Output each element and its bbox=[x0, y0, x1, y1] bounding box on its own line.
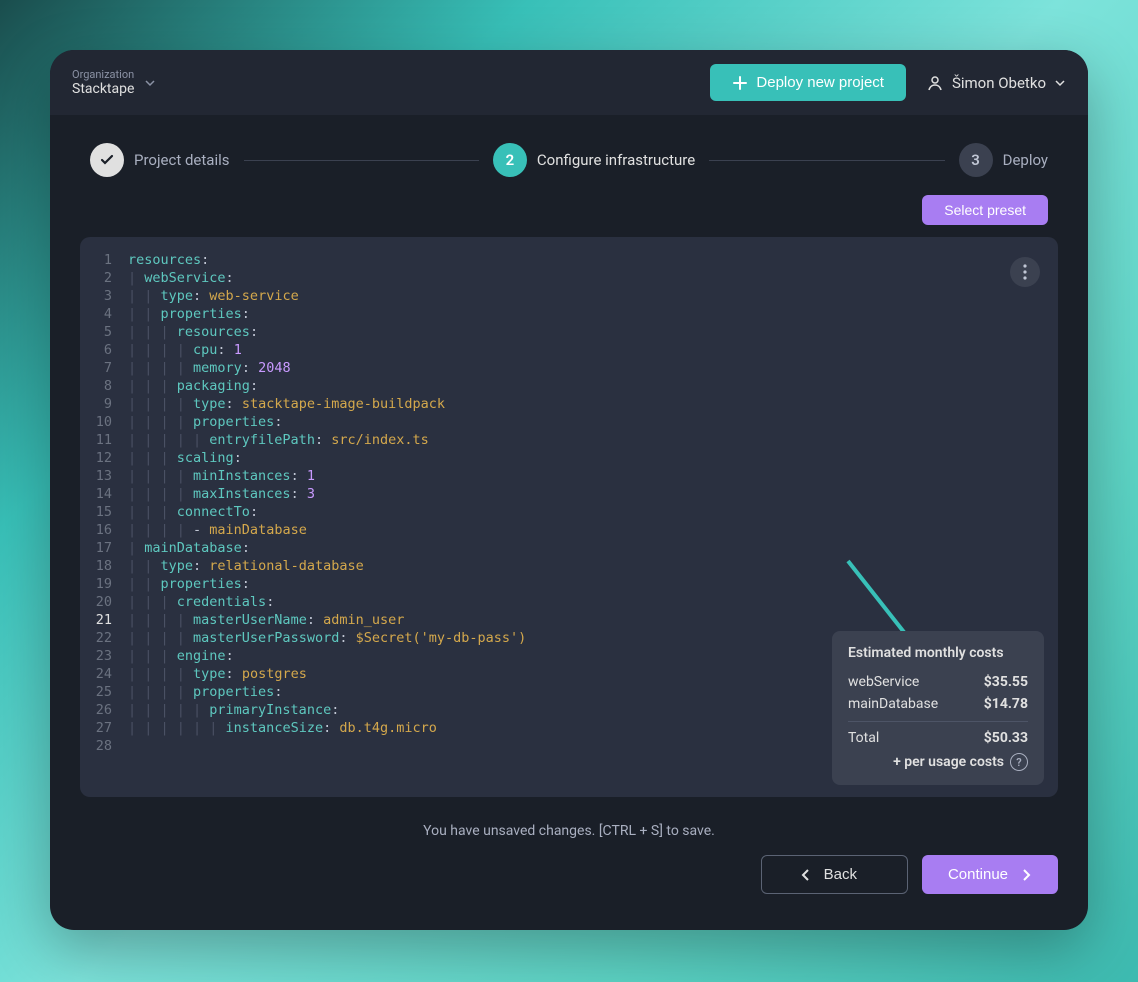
cost-row: webService$35.55 bbox=[848, 671, 1028, 693]
back-button[interactable]: Back bbox=[761, 855, 908, 894]
cost-title: Estimated monthly costs bbox=[848, 645, 1028, 661]
code-line[interactable]: 10| | | | properties: bbox=[80, 413, 1044, 431]
code-line[interactable]: 1resources: bbox=[80, 251, 1044, 269]
code-line[interactable]: 2| webService: bbox=[80, 269, 1044, 287]
step-deploy[interactable]: 3 Deploy bbox=[959, 143, 1048, 177]
org-name: Stacktape bbox=[72, 81, 134, 97]
step-configure-infrastructure[interactable]: 2 Configure infrastructure bbox=[493, 143, 695, 177]
step-divider bbox=[244, 160, 479, 161]
unsaved-changes-hint: You have unsaved changes. [CTRL + S] to … bbox=[50, 805, 1088, 839]
code-line[interactable]: 6| | | | cpu: 1 bbox=[80, 341, 1044, 359]
code-line[interactable]: 20| | | credentials: bbox=[80, 593, 1044, 611]
code-line[interactable]: 12| | | scaling: bbox=[80, 449, 1044, 467]
cost-usage-note: + per usage costs bbox=[893, 754, 1004, 770]
code-line[interactable]: 8| | | packaging: bbox=[80, 377, 1044, 395]
plus-icon bbox=[732, 75, 748, 91]
app-window: Organization Stacktape Deploy new projec… bbox=[50, 50, 1088, 930]
step-label: Deploy bbox=[1003, 151, 1048, 169]
code-line[interactable]: 15| | | connectTo: bbox=[80, 503, 1044, 521]
code-line[interactable]: 17| mainDatabase: bbox=[80, 539, 1044, 557]
select-preset-button[interactable]: Select preset bbox=[922, 195, 1048, 225]
cost-row: mainDatabase$14.78 bbox=[848, 693, 1028, 715]
chevron-down-icon bbox=[144, 77, 156, 89]
code-line[interactable]: 11| | | | | entryfilePath: src/index.ts bbox=[80, 431, 1044, 449]
user-name: Šimon Obetko bbox=[952, 74, 1046, 92]
deploy-button-label: Deploy new project bbox=[756, 74, 884, 91]
back-label: Back bbox=[824, 866, 857, 883]
wizard-steps: Project details 2 Configure infrastructu… bbox=[50, 115, 1088, 187]
code-line[interactable]: 9| | | | type: stacktape-image-buildpack bbox=[80, 395, 1044, 413]
org-selector[interactable]: Organization Stacktape bbox=[72, 68, 156, 97]
step-project-details[interactable]: Project details bbox=[90, 143, 230, 177]
code-line[interactable]: 19| | properties: bbox=[80, 575, 1044, 593]
code-line[interactable]: 13| | | | minInstances: 1 bbox=[80, 467, 1044, 485]
editor-menu-button[interactable] bbox=[1010, 257, 1040, 287]
header-bar: Organization Stacktape Deploy new projec… bbox=[50, 50, 1088, 115]
org-label: Organization bbox=[72, 68, 134, 81]
continue-button[interactable]: Continue bbox=[922, 855, 1058, 894]
code-line[interactable]: 5| | | resources: bbox=[80, 323, 1044, 341]
code-line[interactable]: 14| | | | maxInstances: 3 bbox=[80, 485, 1044, 503]
step-label: Configure infrastructure bbox=[537, 151, 695, 169]
cost-total-value: $50.33 bbox=[984, 730, 1028, 746]
code-line[interactable]: 4| | properties: bbox=[80, 305, 1044, 323]
chevron-left-icon bbox=[800, 868, 810, 882]
check-icon bbox=[90, 143, 124, 177]
step-label: Project details bbox=[134, 151, 230, 169]
user-menu[interactable]: Šimon Obetko bbox=[926, 74, 1066, 92]
chevron-right-icon bbox=[1022, 868, 1032, 882]
cost-estimate-card: Estimated monthly costs webService$35.55… bbox=[832, 631, 1044, 785]
chevron-down-icon bbox=[1054, 77, 1066, 89]
help-icon[interactable]: ? bbox=[1010, 753, 1028, 771]
deploy-new-project-button[interactable]: Deploy new project bbox=[710, 64, 906, 101]
step-number: 2 bbox=[493, 143, 527, 177]
user-icon bbox=[926, 74, 944, 92]
cost-total-label: Total bbox=[848, 730, 879, 746]
code-line[interactable]: 21| | | | masterUserName: admin_user bbox=[80, 611, 1044, 629]
code-line[interactable]: 18| | type: relational-database bbox=[80, 557, 1044, 575]
step-number: 3 bbox=[959, 143, 993, 177]
code-line[interactable]: 7| | | | memory: 2048 bbox=[80, 359, 1044, 377]
continue-label: Continue bbox=[948, 866, 1008, 883]
code-line[interactable]: 16| | | | - mainDatabase bbox=[80, 521, 1044, 539]
step-divider bbox=[709, 160, 944, 161]
code-line[interactable]: 3| | type: web-service bbox=[80, 287, 1044, 305]
